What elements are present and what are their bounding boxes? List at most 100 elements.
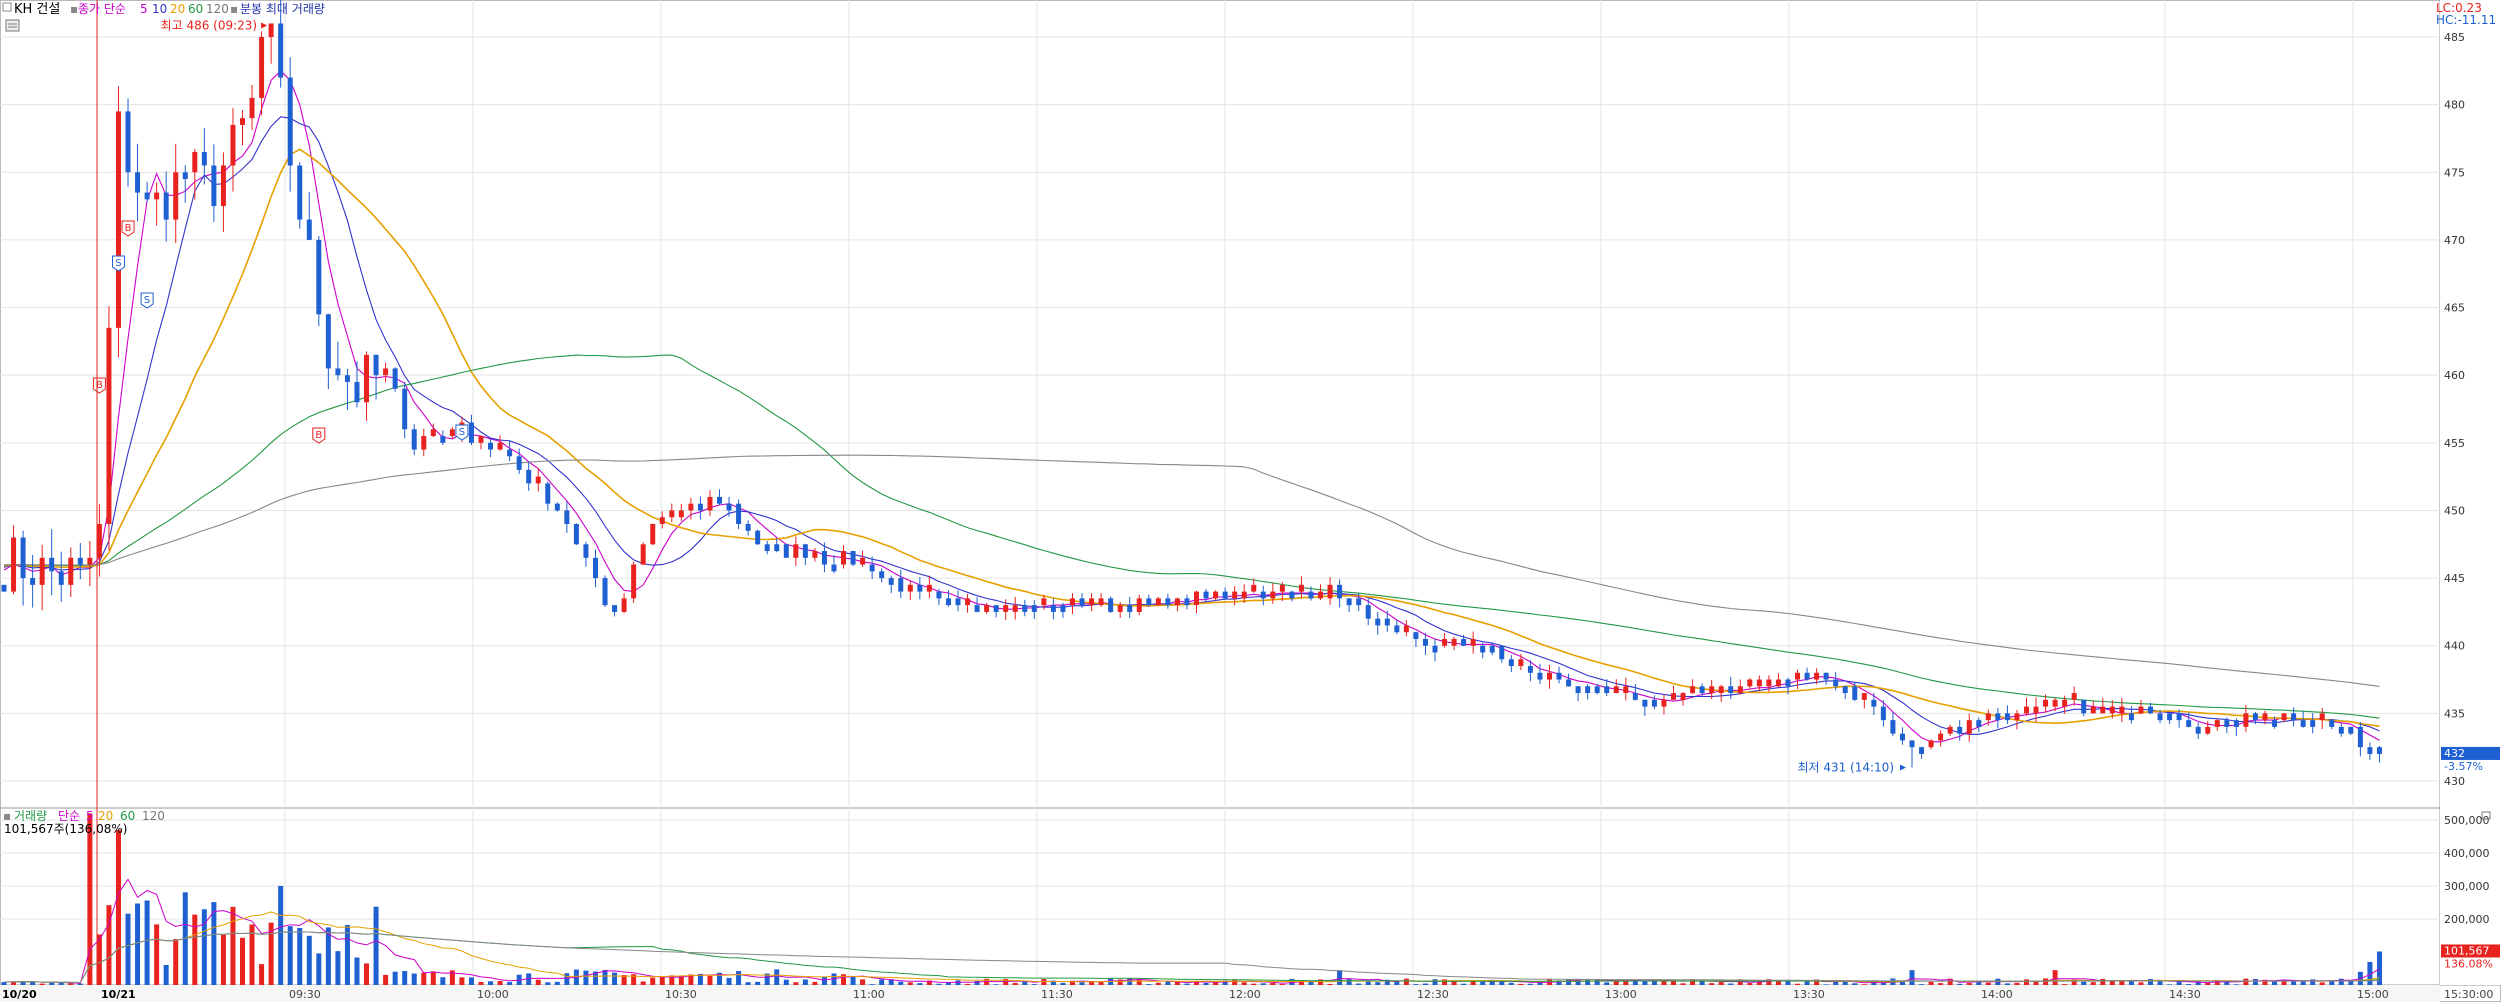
candle-body [1327, 584, 1333, 599]
volume-bar [1098, 981, 1104, 985]
current-volume-tag: 101,567 136.08% [2441, 944, 2500, 970]
candle-body [1928, 740, 1934, 748]
volume-bar [421, 972, 427, 985]
vol-legend-ma: 단순 [58, 809, 80, 823]
volume-bar [2004, 983, 2010, 985]
volume-bar [1375, 982, 1381, 985]
volume-bar [650, 977, 656, 985]
candle-body [488, 442, 494, 450]
candle-body [1194, 591, 1199, 606]
volume-bar [707, 975, 713, 985]
volume-bar [1251, 983, 1257, 985]
volume-bar [115, 829, 121, 985]
candle-body [144, 192, 150, 200]
volume-bar [488, 981, 494, 985]
candle-body [1318, 591, 1324, 599]
chart-canvas[interactable]: 485 480 475 470 465 460 455 450 445 440 435 430 500… [0, 0, 2501, 1002]
volume-bar [2023, 979, 2029, 985]
candle-body [135, 172, 141, 193]
candle-body [449, 429, 455, 437]
volume-bar [774, 969, 780, 985]
current-price-value: 432 [2444, 747, 2465, 760]
candle-body [1451, 638, 1457, 646]
candle-body [554, 503, 560, 511]
candle-body [2272, 720, 2278, 727]
candle-body [1384, 618, 1390, 626]
volume-bar [535, 979, 541, 985]
candle-body [592, 557, 598, 579]
volume-bar [402, 971, 408, 985]
candle-body [2224, 720, 2230, 727]
candle-body [325, 314, 331, 369]
candle-body [993, 605, 999, 612]
volume-bar [507, 981, 513, 985]
candle-body [545, 483, 551, 504]
candle-body [2195, 726, 2201, 734]
candle-body [39, 557, 45, 585]
signal-letter: S [115, 258, 121, 269]
x-axis-panel [0, 985, 2440, 1002]
volume-bar [1842, 981, 1848, 985]
volume-bar [1527, 983, 1533, 985]
candle-body [287, 77, 293, 166]
volume-bar [468, 977, 474, 985]
candle-body [1728, 686, 1734, 694]
volume-bar [1270, 982, 1276, 985]
candle-body [1069, 598, 1075, 606]
candle-body [1155, 598, 1161, 606]
candle-body [583, 544, 589, 558]
volume-bar [1680, 983, 1686, 985]
candle-body [1422, 638, 1428, 646]
candle-body [1852, 686, 1858, 700]
candle-body [2233, 720, 2239, 727]
candle-body [516, 456, 522, 470]
candle-body [96, 523, 102, 558]
volume-bar [201, 909, 207, 985]
table-toggle-icon[interactable] [5, 19, 20, 32]
candle-body [2376, 747, 2382, 754]
y-axis-panel [2440, 0, 2501, 985]
volume-bar [383, 974, 389, 985]
price-tick-label: 470 [2444, 234, 2465, 247]
candle-body [1919, 747, 1925, 754]
candle-body [1546, 672, 1552, 680]
candle-body [1814, 672, 1820, 680]
volume-bar [965, 983, 971, 985]
current-volume-value: 101,567 [2444, 944, 2490, 957]
candle-body [1098, 598, 1104, 606]
candle-body [1518, 659, 1524, 667]
candle-body [2119, 706, 2125, 714]
low-label: 최저 431 (14:10) [1797, 760, 1894, 774]
candle-body [917, 584, 923, 592]
candle-body [2167, 713, 2173, 721]
candle-body [2262, 713, 2268, 721]
candle-body [507, 449, 513, 457]
volume-bar [583, 970, 589, 985]
volume-bar [2090, 982, 2096, 985]
candle-body [1174, 598, 1180, 606]
candle-body [1184, 598, 1190, 606]
candle-body [736, 503, 742, 524]
volume-bar [373, 906, 379, 985]
candle-body [1651, 699, 1657, 707]
volume-bar [297, 927, 303, 985]
candle-body [1270, 591, 1276, 599]
volume-bar [869, 984, 875, 985]
candle-body [2281, 713, 2287, 721]
volume-bar [755, 981, 761, 985]
time-tick-label: 10/21 [101, 988, 136, 1001]
candle-body [478, 436, 484, 443]
volume-bar [1728, 983, 1734, 985]
high-label: 최고 486 (09:23) [161, 18, 258, 32]
volume-bar [335, 951, 341, 985]
candle-body [192, 151, 198, 173]
legend-ma120: 120 [206, 2, 229, 16]
volume-bar [1928, 981, 1934, 985]
time-tick-label: 11:00 [853, 988, 885, 1001]
candle-body [1537, 672, 1543, 680]
candle-body [564, 510, 570, 524]
candle-body [2357, 726, 2363, 748]
candle-body [821, 551, 827, 565]
candle-body [1766, 679, 1772, 687]
candle-body [774, 544, 780, 552]
